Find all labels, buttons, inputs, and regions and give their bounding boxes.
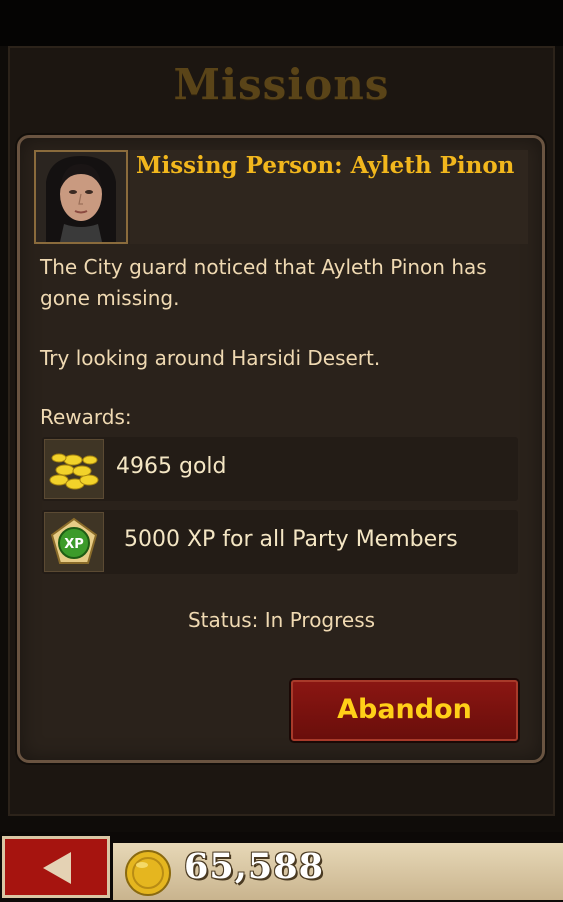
mission-description-line-2: gone missing.	[40, 286, 180, 310]
top-strip	[0, 0, 563, 46]
mission-description-line-1: The City guard noticed that Ayleth Pinon…	[40, 255, 487, 279]
mission-hint: Try looking around Harsidi Desert.	[40, 346, 381, 370]
gold-pile-svg	[49, 453, 99, 490]
reward-row-xp: XP 5000 XP for all Party Members	[42, 510, 518, 574]
mission-status: Status: In Progress	[187, 608, 376, 632]
screen-title: Missions	[173, 60, 390, 109]
rewards-label: Rewards:	[40, 405, 132, 429]
npc-portrait	[34, 150, 128, 244]
coin-svg	[125, 850, 171, 896]
back-arrow-icon	[43, 852, 71, 884]
xp-badge-text: XP	[64, 537, 84, 552]
back-button[interactable]	[2, 836, 110, 898]
gold-counter-bar	[113, 843, 563, 900]
mission-title: Missing Person: Ayleth Pinon	[136, 152, 515, 179]
abandon-button[interactable]: Abandon	[291, 680, 518, 741]
gold-coins-icon	[44, 439, 104, 499]
reward-xp-text: 5000 XP for all Party Members	[124, 527, 458, 552]
portrait-image	[36, 152, 126, 242]
xp-badge-icon: XP	[44, 512, 104, 572]
xp-badge-svg: XP	[50, 517, 98, 564]
gold-amount: 65,588	[184, 846, 324, 887]
gold-coin-icon	[123, 848, 173, 898]
reward-gold-text: 4965 gold	[116, 454, 227, 479]
reward-row-gold: 4965 gold	[42, 437, 518, 501]
